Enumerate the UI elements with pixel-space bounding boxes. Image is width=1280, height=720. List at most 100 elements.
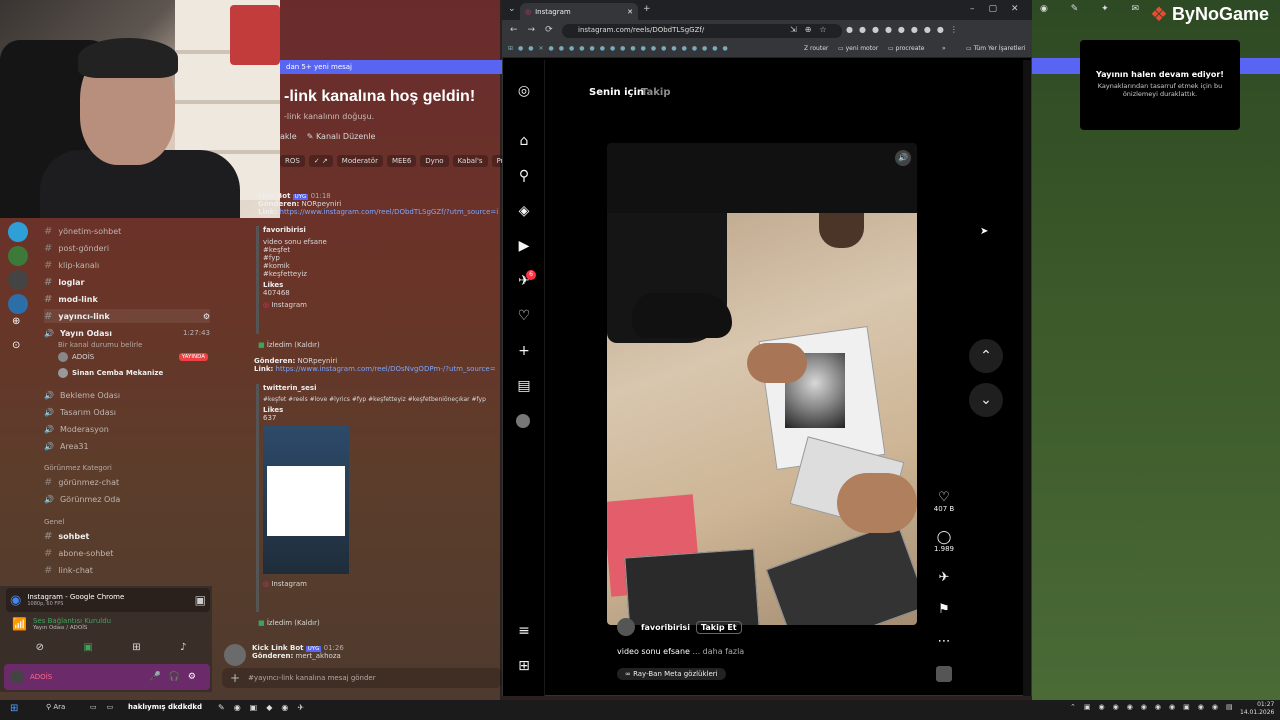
voice-member[interactable]: ADOİS YAYINDA bbox=[58, 352, 208, 362]
soundboard-icon[interactable]: ♪ bbox=[180, 642, 186, 658]
channel-item[interactable]: # loglar bbox=[44, 275, 84, 289]
all-bookmarks[interactable]: ▭ Tüm Yer İşaretleri bbox=[966, 45, 1025, 52]
dashboard-icon[interactable]: ▤ bbox=[515, 377, 533, 395]
tab-following[interactable]: Takip bbox=[641, 87, 671, 98]
reel-video[interactable] bbox=[607, 143, 917, 625]
voice-channel[interactable]: 🔊 Moderasyon bbox=[44, 422, 109, 436]
message-link[interactable]: https://www.instagram.com/reel/DObdTLSgG… bbox=[280, 208, 498, 216]
avatar[interactable] bbox=[224, 644, 246, 666]
category-header[interactable]: Görünmez Kategori bbox=[44, 464, 112, 472]
new-messages-banner[interactable]: dan 5+ yeni mesaj bbox=[280, 60, 502, 74]
reel-author[interactable]: favoribirisi Takip Et bbox=[617, 618, 742, 636]
menu-icon[interactable]: ≡ bbox=[515, 622, 533, 640]
taskbar-apps[interactable]: ▭▭ bbox=[90, 703, 123, 711]
channel-item[interactable]: # yönetim-sohbet bbox=[44, 224, 121, 238]
edit-channel-button[interactable]: ✎ Kanalı Düzenle bbox=[307, 132, 376, 141]
voice-channel[interactable]: 🔊 Tasarım Odası bbox=[44, 405, 116, 419]
channel-item[interactable]: # link-chat bbox=[44, 563, 93, 577]
more-options-button[interactable]: ⋯ bbox=[930, 634, 958, 649]
clock[interactable]: 01:27 14.01.2026 bbox=[1240, 701, 1274, 717]
taskbar-search[interactable]: ⚲ Ara bbox=[46, 703, 65, 711]
add-server-icon[interactable]: ⊕ bbox=[12, 316, 20, 327]
nav-buttons[interactable]: ←→⟳ bbox=[510, 25, 563, 35]
action-edit-1[interactable]: akle bbox=[280, 132, 297, 141]
new-tab-icon[interactable]: + bbox=[643, 4, 651, 14]
tab-instagram[interactable]: ◎ Instagram ✕ bbox=[520, 3, 638, 20]
channel-item[interactable]: # abone-sohbet bbox=[44, 546, 113, 560]
channel-item[interactable]: # post-gönderi bbox=[44, 241, 109, 255]
channel-item[interactable]: # mod-link bbox=[44, 292, 98, 306]
bookmark-favicons[interactable]: ⊞●●✕●●●●●●●●●●●●●●●●●● bbox=[508, 45, 733, 52]
role-chip[interactable]: Moderatör bbox=[336, 155, 383, 167]
save-button[interactable]: ⚑ bbox=[930, 602, 958, 617]
music-tag[interactable]: ∞ Ray-Ban Meta gözlükleri bbox=[617, 668, 726, 680]
reel-caption[interactable]: video sonu efsane ... daha fazla bbox=[617, 647, 744, 656]
user-controls[interactable]: 🎤🎧⚙ bbox=[150, 672, 204, 682]
role-chip[interactable]: MEE6 bbox=[386, 155, 417, 167]
url-actions[interactable]: ⇲⊕☆ bbox=[790, 25, 835, 34]
extension-icons[interactable]: ●●●●●●●●⋮ bbox=[846, 25, 964, 34]
audio-thumbnail[interactable] bbox=[936, 666, 952, 682]
discover-icon[interactable]: ⊙ bbox=[12, 340, 20, 351]
message-input[interactable]: + #yayıncı-link kanalına mesaj gönder bbox=[222, 668, 502, 688]
channel-item[interactable]: # sohbet bbox=[44, 529, 89, 543]
start-icon[interactable]: ⊞ bbox=[10, 703, 18, 714]
camera-off-icon[interactable]: ⊘ bbox=[36, 642, 44, 658]
reels-icon[interactable]: ▶ bbox=[515, 237, 533, 255]
previous-reel-button[interactable]: ⌃ bbox=[969, 339, 1003, 373]
stream-panel[interactable]: ◉ Instagram - Google Chrome 1080p, 60 FPS… bbox=[6, 588, 210, 612]
bookmark-router[interactable]: Z router bbox=[804, 45, 828, 52]
close-tab-icon[interactable]: ✕ bbox=[627, 8, 633, 16]
plus-icon[interactable]: + bbox=[230, 671, 240, 685]
threads-icon[interactable]: ⊞ bbox=[515, 657, 533, 675]
role-chip[interactable]: ROS bbox=[280, 155, 305, 167]
create-icon[interactable]: + bbox=[515, 342, 533, 360]
voice-channel[interactable]: 🔊 Area31 bbox=[44, 439, 89, 453]
server-icon[interactable] bbox=[8, 294, 28, 314]
channel-item[interactable]: # klip-kanalı bbox=[44, 258, 99, 272]
mute-icon[interactable]: 🔊 bbox=[895, 150, 911, 166]
voice-member[interactable]: Sinan Cemba Mekanize bbox=[58, 368, 163, 378]
taskbar-pinned[interactable]: ✎◉▣◆◉✈ bbox=[218, 703, 313, 712]
system-tray[interactable]: ⌃▣◉◉◉◉◉◉▣◉◉▤ bbox=[1070, 703, 1241, 711]
window-controls[interactable]: –▢✕ bbox=[970, 4, 1033, 14]
tab-for-you[interactable]: Senin için bbox=[589, 87, 644, 98]
watched-button[interactable]: ■ İzledim (Kaldır) bbox=[258, 619, 320, 627]
notifications-icon[interactable]: ♡ bbox=[515, 307, 533, 325]
stop-stream-icon[interactable]: ▣ bbox=[195, 593, 206, 607]
scrollbar[interactable] bbox=[1023, 60, 1031, 696]
bookmark-more[interactable]: » bbox=[942, 45, 946, 52]
server-icon[interactable] bbox=[8, 246, 28, 266]
server-icon[interactable] bbox=[8, 270, 28, 290]
voice-channel[interactable]: 🔊 Bekleme Odası bbox=[44, 388, 120, 402]
category-header[interactable]: Genel bbox=[44, 518, 64, 526]
watched-button[interactable]: ■ İzledim (Kaldır) bbox=[258, 341, 320, 349]
role-chip[interactable]: Dyno bbox=[420, 155, 449, 167]
share-button[interactable]: ✈ bbox=[930, 570, 958, 585]
activity-icon[interactable]: ⊞ bbox=[132, 642, 140, 658]
message-link[interactable]: https://www.instagram.com/reel/DOsNvgODP… bbox=[276, 365, 496, 373]
tab-search-icon[interactable]: ⌄ bbox=[508, 4, 516, 14]
follow-button[interactable]: Takip Et bbox=[695, 620, 742, 634]
channel-item-active[interactable]: # yayıncı-link ⚙ bbox=[44, 309, 210, 323]
settings-icon[interactable]: ⚙ bbox=[203, 312, 210, 321]
voice-channel[interactable]: 🔊 Görünmez Oda bbox=[44, 492, 120, 506]
home-icon[interactable]: ⌂ bbox=[515, 132, 533, 150]
next-reel-button[interactable]: ⌄ bbox=[969, 383, 1003, 417]
channel-item[interactable]: # görünmez-chat bbox=[44, 475, 119, 489]
like-button[interactable]: ♡ 407 B bbox=[930, 490, 958, 513]
instagram-logo-icon[interactable]: ◎ bbox=[515, 82, 533, 100]
search-icon[interactable]: ⚲ bbox=[515, 167, 533, 185]
embed-thumbnail[interactable] bbox=[263, 426, 349, 574]
screen-share-icon[interactable]: ▣ bbox=[83, 642, 92, 658]
server-icon[interactable] bbox=[8, 222, 28, 242]
role-chip[interactable]: Kabal's bbox=[452, 155, 488, 167]
explore-icon[interactable]: ◈ bbox=[515, 202, 533, 220]
comment-button[interactable]: ◯ 1.989 bbox=[930, 530, 958, 553]
user-card[interactable]: ADOİS 🎤🎧⚙ bbox=[4, 664, 210, 690]
bookmark-folder[interactable]: ▭ procreate bbox=[888, 45, 924, 52]
bookmark-folder[interactable]: ▭ yeni motor bbox=[838, 45, 878, 52]
role-chip[interactable]: ✓ ↗ bbox=[308, 155, 333, 167]
voice-channel-active[interactable]: 🔊 Yayın Odası 1:27:43 bbox=[44, 326, 210, 340]
profile-avatar[interactable] bbox=[516, 414, 530, 428]
